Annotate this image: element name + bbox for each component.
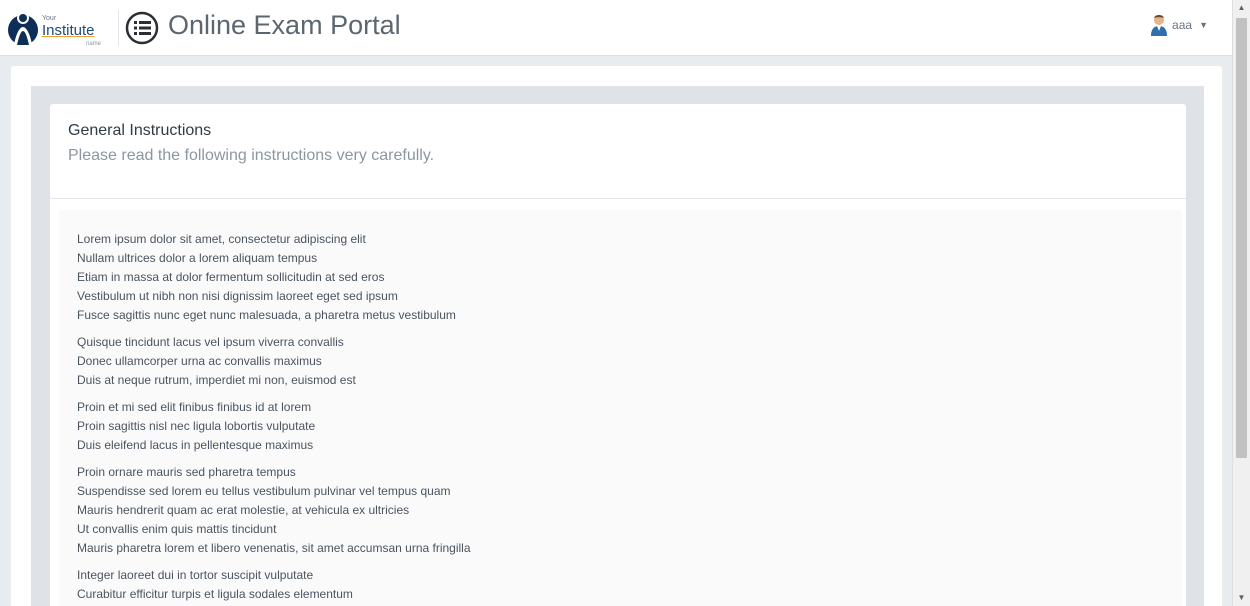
instruction-line: Suspendisse sed lorem eu tellus vestibul… bbox=[77, 484, 451, 498]
app-title: Online Exam Portal bbox=[168, 10, 401, 40]
institute-logo[interactable]: Your Institute name bbox=[6, 8, 114, 50]
logo-institute: Institute bbox=[42, 22, 95, 39]
top-header: Your Institute name Online Exam Portal a… bbox=[0, 0, 1232, 56]
instructions-body: Lorem ipsum dolor sit amet, consectetur … bbox=[59, 210, 1182, 606]
instruction-line: Duis eleifend lacus in pellentesque maxi… bbox=[77, 438, 314, 452]
list-icon[interactable] bbox=[125, 11, 159, 45]
instruction-line: Integer laoreet dui in tortor suscipit v… bbox=[77, 568, 314, 582]
instruction-line: Duis at neque rutrum, imperdiet mi non, … bbox=[77, 373, 356, 387]
instruction-line: Vestibulum ut nibh non nisi dignissim la… bbox=[77, 289, 398, 303]
instruction-line: Curabitur efficitur turpis et ligula sod… bbox=[77, 587, 353, 601]
panel-subtitle: Please read the following instructions v… bbox=[68, 147, 435, 164]
instruction-line: Nullam ultrices dolor a lorem aliquam te… bbox=[77, 251, 318, 265]
scroll-up-arrow-icon[interactable]: ▲ bbox=[1233, 0, 1250, 16]
panel-title: General Instructions bbox=[68, 122, 212, 139]
caret-down-icon: ▼ bbox=[1199, 20, 1208, 30]
instruction-line: Mauris pharetra lorem et libero venenati… bbox=[77, 541, 471, 555]
scrollbar-thumb[interactable] bbox=[1236, 18, 1247, 458]
logo-emblem-icon bbox=[8, 12, 38, 45]
instruction-paragraph: Proin et mi sed elit finibus finibus id … bbox=[77, 398, 1182, 455]
user-name: aaa bbox=[1172, 18, 1193, 32]
user-avatar-icon bbox=[1151, 15, 1168, 36]
user-menu[interactable]: aaa ▼ bbox=[1150, 14, 1208, 36]
instruction-paragraph: Proin ornare mauris sed pharetra tempus … bbox=[77, 463, 1182, 558]
instruction-paragraph: Lorem ipsum dolor sit amet, consectetur … bbox=[77, 230, 1182, 325]
panel-header: General Instructions Please read the fol… bbox=[50, 104, 1186, 199]
instruction-line: Donec ullamcorper urna ac convallis maxi… bbox=[77, 354, 322, 368]
instruction-line: Ut convallis enim quis mattis tincidunt bbox=[77, 522, 277, 536]
logo-your: Your bbox=[42, 15, 57, 22]
instructions-panel: General Instructions Please read the fol… bbox=[50, 104, 1186, 606]
instruction-line: Proin et mi sed elit finibus finibus id … bbox=[77, 400, 312, 414]
scroll-down-arrow-icon[interactable]: ▼ bbox=[1233, 590, 1250, 606]
instruction-line: Lorem ipsum dolor sit amet, consectetur … bbox=[77, 232, 366, 246]
logo-name: name bbox=[86, 41, 102, 47]
instruction-line: Fusce sagittis nunc eget nunc malesuada,… bbox=[77, 308, 456, 322]
instruction-paragraph: Integer laoreet dui in tortor suscipit v… bbox=[77, 566, 1182, 604]
instruction-line: Quisque tincidunt lacus vel ipsum viverr… bbox=[77, 335, 344, 349]
instruction-paragraph: Quisque tincidunt lacus vel ipsum viverr… bbox=[77, 333, 1182, 390]
logo-text: Your Institute name bbox=[42, 8, 122, 50]
header-divider bbox=[118, 10, 119, 46]
instruction-line: Proin ornare mauris sed pharetra tempus bbox=[77, 465, 296, 479]
instruction-line: Etiam in massa at dolor fermentum sollic… bbox=[77, 270, 385, 284]
vertical-scrollbar[interactable]: ▲ ▼ bbox=[1232, 0, 1250, 606]
instruction-line: Proin sagittis nisl nec ligula lobortis … bbox=[77, 419, 316, 433]
instruction-line: Mauris hendrerit quam ac erat molestie, … bbox=[77, 503, 410, 517]
